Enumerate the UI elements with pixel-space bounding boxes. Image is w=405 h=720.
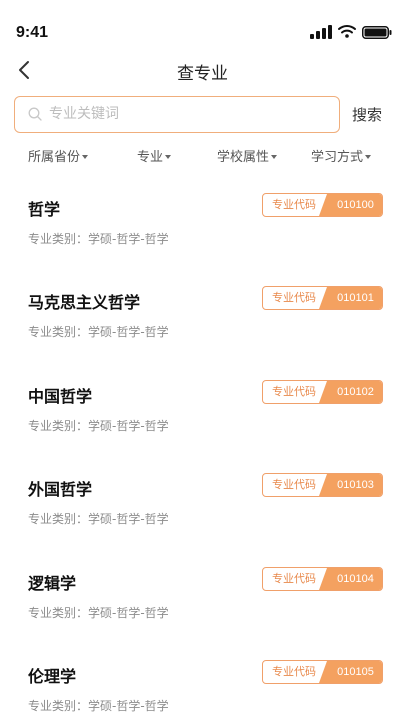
search-icon: [28, 107, 42, 121]
battery-icon: [362, 26, 392, 39]
filter-province[interactable]: 所属省份: [28, 146, 89, 165]
list-item[interactable]: 马克思主义哲学 专业代码 010101 专业类别：学硕-哲学-哲学: [0, 278, 405, 371]
major-code-value: 010100: [319, 194, 382, 216]
filter-bar: 所属省份 专业 学校属性 学习方式: [0, 142, 405, 168]
search-box: [14, 96, 340, 133]
filter-major[interactable]: 专业: [137, 146, 172, 165]
major-name: 哲学: [28, 200, 61, 219]
major-category: 专业类别：学硕-哲学-哲学: [28, 699, 169, 713]
major-code-tag: 专业代码 010104: [262, 567, 383, 591]
major-code-value: 010104: [319, 568, 382, 590]
filter-province-label: 所属省份: [28, 150, 81, 165]
list-item[interactable]: 外国哲学 专业代码 010103 专业类别：学硕-哲学-哲学: [0, 465, 405, 558]
major-code-label: 专业代码: [272, 478, 316, 491]
list-item[interactable]: 逻辑学 专业代码 010104 专业类别：学硕-哲学-哲学: [0, 559, 405, 652]
filter-school-type[interactable]: 学校属性: [217, 146, 278, 165]
major-category: 专业类别：学硕-哲学-哲学: [28, 606, 169, 620]
caret-down-icon: [82, 154, 89, 159]
major-code-tag: 专业代码 010102: [262, 380, 383, 404]
major-code-label: 专业代码: [272, 198, 316, 211]
caret-down-icon: [271, 154, 278, 159]
nav-bar: 查专业: [0, 50, 405, 90]
search-input[interactable]: [49, 97, 333, 131]
filter-major-label: 专业: [137, 150, 164, 165]
major-code-tag: 专业代码 010100: [262, 193, 383, 217]
filter-school-type-label: 学校属性: [217, 150, 270, 165]
watermark: 天晴下载站: [268, 640, 339, 655]
major-code-tag: 专业代码 010101: [262, 286, 383, 310]
list-item[interactable]: 哲学 专业代码 010100 专业类别：学硕-哲学-哲学: [0, 185, 405, 278]
major-code-label: 专业代码: [272, 385, 316, 398]
major-category: 专业类别：学硕-哲学-哲学: [28, 419, 169, 433]
filter-study-mode[interactable]: 学习方式: [311, 146, 372, 165]
major-name: 中国哲学: [28, 387, 93, 406]
major-code-label: 专业代码: [272, 291, 316, 304]
filter-study-mode-label: 学习方式: [311, 150, 364, 165]
caret-down-icon: [165, 154, 172, 159]
major-name: 逻辑学: [28, 574, 77, 593]
status-time: 9:41: [16, 24, 49, 41]
cellular-signal-icon: [310, 25, 332, 39]
major-code-tag: 专业代码 010103: [262, 473, 383, 497]
list-item[interactable]: 中国哲学 专业代码 010102 专业类别：学硕-哲学-哲学: [0, 372, 405, 465]
major-code-tag: 专业代码 010105: [262, 660, 383, 684]
status-bar: 9:41: [0, 0, 405, 50]
search-button[interactable]: 搜索: [352, 104, 382, 125]
major-name: 伦理学: [28, 667, 77, 686]
wifi-icon: [338, 25, 356, 38]
list-item[interactable]: 伦理学 专业代码 010105 专业类别：学硕-哲学-哲学: [0, 652, 405, 720]
major-code-value: 010101: [319, 287, 382, 309]
major-code-label: 专业代码: [272, 572, 316, 585]
caret-down-icon: [365, 154, 372, 159]
major-code-label: 专业代码: [272, 665, 316, 678]
major-category: 专业类别：学硕-哲学-哲学: [28, 232, 169, 246]
page-title: 查专业: [177, 64, 228, 84]
major-code-value: 010105: [319, 661, 382, 683]
major-code-value: 010102: [319, 381, 382, 403]
major-category: 专业类别：学硕-哲学-哲学: [28, 325, 169, 339]
major-name: 马克思主义哲学: [28, 293, 141, 312]
major-code-value: 010103: [319, 474, 382, 496]
major-name: 外国哲学: [28, 480, 93, 499]
major-category: 专业类别：学硕-哲学-哲学: [28, 512, 169, 526]
